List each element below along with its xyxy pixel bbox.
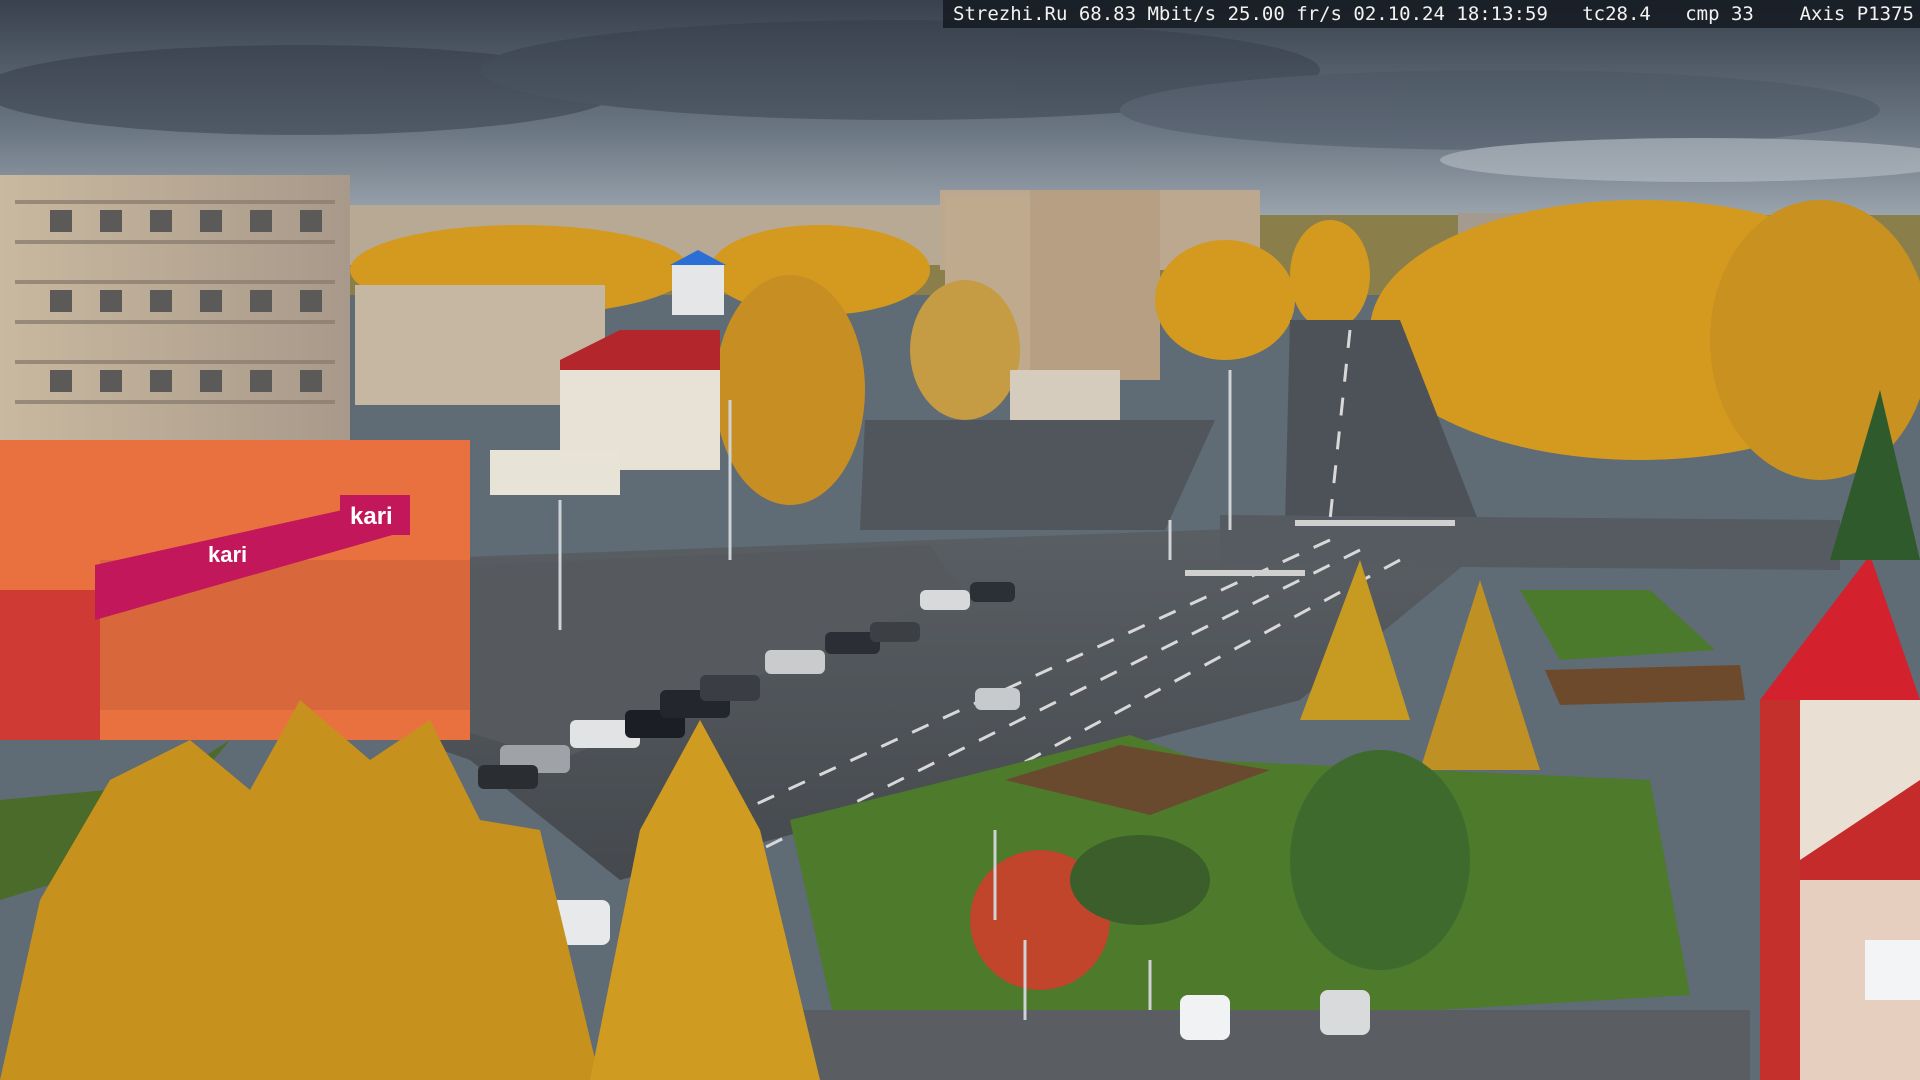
overlay-camera: Axis P1375 bbox=[1799, 3, 1914, 25]
store-sign-banner: kari bbox=[208, 542, 247, 567]
plaza bbox=[860, 420, 1215, 530]
overlay-time: 18:13:59 bbox=[1456, 3, 1548, 25]
overlay-fps: 25.00 fr/s bbox=[1227, 3, 1342, 25]
sidewalk-bottom bbox=[790, 1010, 1750, 1080]
camera-info-overlay: Strezhi.Ru 68.83 Mbit/s 25.00 fr/s 02.10… bbox=[943, 0, 1920, 28]
overlay-cmp: cmp 33 bbox=[1685, 3, 1754, 25]
flowerbed-right bbox=[1545, 665, 1745, 705]
overlay-site: Strezhi.Ru bbox=[953, 3, 1068, 25]
small-building-center bbox=[1010, 370, 1120, 420]
green-pavilion bbox=[490, 450, 620, 495]
red-roof-building-right bbox=[1760, 555, 1920, 1080]
lawn-right bbox=[1520, 590, 1715, 660]
store-building bbox=[0, 440, 470, 740]
store-sign-main: kari bbox=[350, 503, 393, 530]
overlay-tc: tc28.4 bbox=[1582, 3, 1651, 25]
red-roof-building bbox=[560, 330, 720, 470]
overlay-bitrate: 68.83 Mbit/s bbox=[1078, 3, 1217, 25]
overlay-date: 02.10.24 bbox=[1353, 3, 1445, 25]
webcam-scene: kari kari bbox=[0, 0, 1920, 1080]
